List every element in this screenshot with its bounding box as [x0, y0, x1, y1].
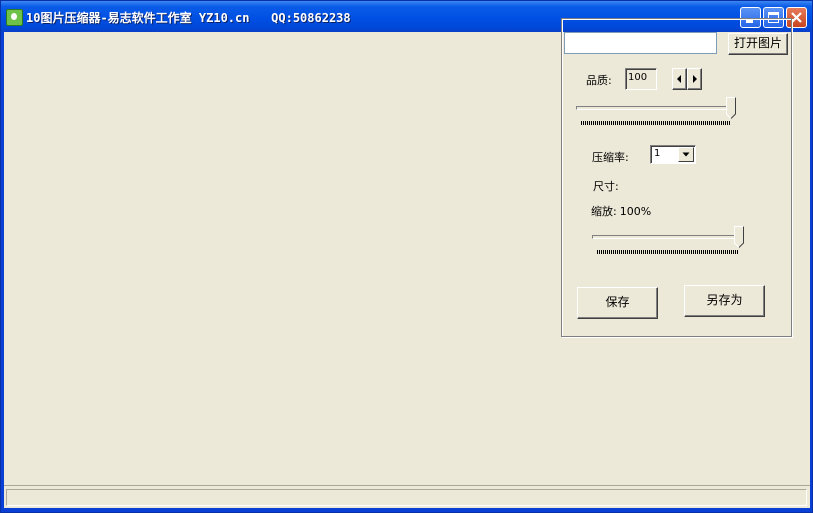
compress-label: 压缩率: [592, 151, 629, 164]
quality-value-field[interactable]: 100 [625, 68, 657, 90]
quality-label: 品质: [586, 74, 612, 87]
quality-slider-thumb[interactable] [726, 97, 736, 119]
save-as-button[interactable]: 另存为 [684, 285, 765, 317]
chevron-down-icon [682, 152, 690, 157]
status-bar [4, 485, 810, 508]
scale-label: 缩放: 100% [591, 203, 651, 219]
scale-value: 100% [619, 205, 652, 218]
quality-increase-button[interactable] [687, 68, 702, 90]
image-preview-area [4, 32, 559, 482]
scale-label-text: 缩放: [591, 205, 617, 218]
size-label: 尺寸: [593, 180, 619, 193]
scale-slider-track [592, 235, 743, 239]
app-window: 10图片压缩器-易志软件工作室 YZ10.cn QQ:50862238 打开图片… [0, 0, 813, 513]
window-title: 10图片压缩器-易志软件工作室 YZ10.cn QQ:50862238 [26, 11, 351, 25]
status-bar-panel [6, 489, 807, 506]
quality-decrease-button[interactable] [672, 68, 687, 90]
scale-slider-thumb[interactable] [734, 226, 744, 248]
save-button[interactable]: 保存 [577, 287, 658, 319]
quality-slider-ticks [581, 121, 731, 125]
arrow-left-icon [677, 75, 681, 83]
open-image-button[interactable]: 打开图片 [728, 33, 788, 55]
arrow-right-icon [693, 75, 697, 83]
app-icon [6, 9, 23, 26]
compress-ratio-dropdown-button[interactable] [678, 147, 694, 162]
file-path-input[interactable] [564, 32, 717, 54]
scale-slider-ticks [597, 250, 739, 254]
quality-slider-track [576, 106, 735, 110]
